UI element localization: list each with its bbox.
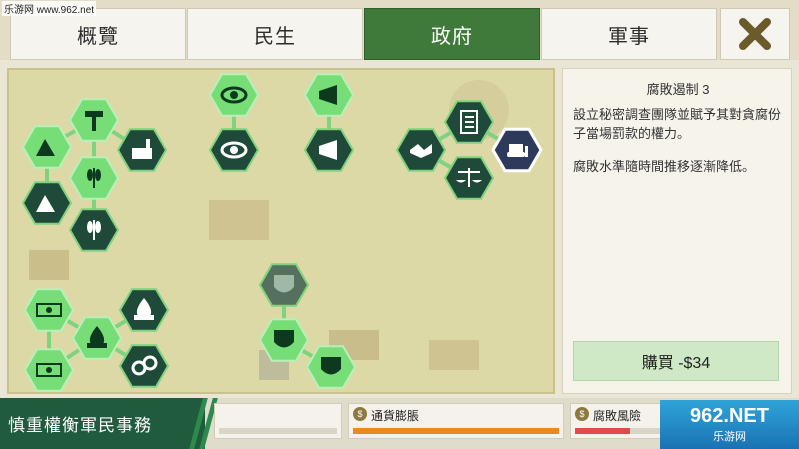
- tab-livelihood[interactable]: 民生: [187, 8, 363, 60]
- tab-label: 民生: [254, 25, 296, 48]
- tab-label: 政府: [431, 25, 473, 48]
- tab-government[interactable]: 政府: [364, 8, 540, 60]
- bribe-icon: $: [575, 407, 589, 421]
- advisor-banner: 慎重權衡軍民事務: [0, 398, 205, 449]
- tab-military[interactable]: 軍事: [541, 8, 717, 60]
- meter-track: [353, 428, 559, 434]
- meter-fill: [353, 428, 559, 434]
- tech-tree-canvas: [9, 70, 553, 392]
- meter-fill: [575, 428, 630, 434]
- buy-button[interactable]: 購買 -$34: [573, 341, 779, 381]
- coin-up-icon: $: [353, 407, 367, 421]
- watermark-subtext: 乐游网: [713, 431, 746, 443]
- tab-label: 軍事: [608, 25, 650, 48]
- meter-track: [575, 428, 660, 434]
- tech-node-bulldozer[interactable]: [491, 127, 543, 173]
- tab-label: 概覽: [77, 25, 119, 48]
- info-panel: 腐敗遏制 3 設立秘密調查團隊並賦予其對貪腐份子當場罰款的權力。 腐敗水準隨時間…: [562, 68, 792, 394]
- meter-label: 腐敗風險: [593, 409, 642, 423]
- close-x-icon: [739, 18, 771, 50]
- watermark-text: 962.NET: [690, 405, 769, 427]
- meter-track: [219, 428, 337, 434]
- watermark-logo: 962.NET 乐游网: [660, 400, 799, 449]
- info-title: 腐敗遏制 3: [646, 82, 710, 97]
- empty-meter: [214, 403, 342, 439]
- meter-label: 通貨膨脹: [371, 409, 420, 423]
- close-button[interactable]: [720, 8, 790, 60]
- info-description: 設立秘密調查團隊並賦予其對貪腐份子當場罰款的權力。: [573, 107, 782, 141]
- info-effect: 腐敗水準隨時間推移逐漸降低。: [573, 159, 756, 174]
- watermark-top: 乐游网 www.962.net: [2, 1, 97, 16]
- inflation-meter[interactable]: $ 通貨膨脹: [348, 403, 564, 439]
- tech-tree-panel[interactable]: [7, 68, 555, 394]
- corruption-meter[interactable]: $ 腐敗風險: [570, 403, 665, 439]
